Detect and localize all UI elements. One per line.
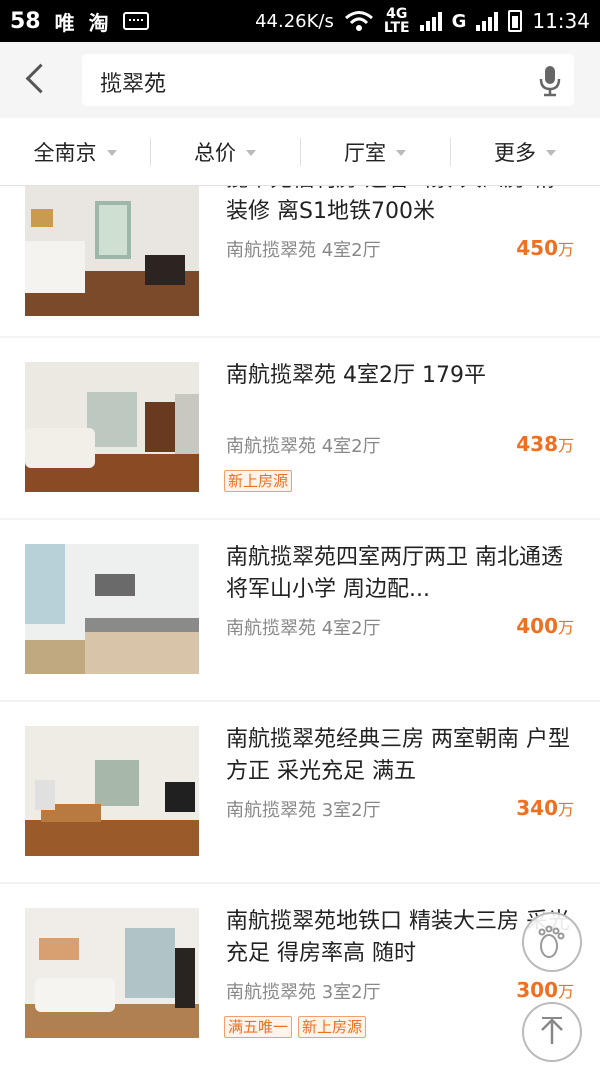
- price-value: 450: [516, 236, 558, 260]
- price-unit: 万: [557, 240, 574, 259]
- chevron-down-icon: [246, 149, 256, 156]
- price-unit: 万: [557, 800, 574, 819]
- listing-community: 南航揽翠苑 3室2厅: [226, 982, 381, 1003]
- battery-icon: [508, 10, 523, 32]
- network-type-4g: 4G: [386, 6, 408, 22]
- back-arrow-icon[interactable]: [25, 63, 56, 94]
- listing-community: 南航揽翠苑 4室2厅: [226, 240, 381, 261]
- clock: 11:34: [532, 9, 590, 33]
- listing-title: 南航揽翠苑 4室2厅 179平: [226, 363, 486, 388]
- listing-tags: 满五唯一 新上房源: [224, 1016, 367, 1038]
- tag-over-five-unique: 满五唯一: [224, 1016, 293, 1038]
- tag-new-listing: 新上房源: [224, 470, 293, 492]
- listing-photo: [25, 186, 199, 316]
- tag-new-listing: 新上房源: [298, 1016, 367, 1038]
- listing-card[interactable]: 南航揽翠苑 4室2厅 179平 南航揽翠苑 4室2厅 438万 新上房源: [0, 338, 600, 518]
- scroll-to-top-button[interactable]: [522, 1002, 582, 1062]
- listing-community: 南航揽翠苑 4室2厅: [226, 436, 381, 457]
- filter-area-label: 全南京: [33, 140, 97, 165]
- message-icon: [122, 12, 149, 30]
- listing-list: 揽翠苑福利房 远看山景 大四房 精装修 离S1地铁700米 南航揽翠苑 4室2厅…: [0, 186, 600, 1067]
- price-value: 300: [516, 978, 558, 1002]
- price-unit: 万: [557, 982, 574, 1001]
- search-input[interactable]: 揽翠苑: [82, 54, 574, 106]
- signal-icon: [419, 11, 442, 31]
- network-type-lte: LTE: [383, 20, 410, 36]
- listing-tags: 新上房源: [224, 470, 293, 492]
- microphone-icon[interactable]: [538, 64, 562, 98]
- listing-title: 南航揽翠苑经典三房 两室朝南 户型方正 采光充足 满五: [226, 727, 570, 784]
- filter-total-price-label: 总价: [194, 140, 236, 165]
- signal-icon-2: [476, 11, 499, 31]
- listing-photo: [25, 544, 199, 674]
- price-unit: 万: [557, 618, 574, 637]
- filter-rooms[interactable]: 厅室: [300, 118, 450, 185]
- chevron-down-icon: [106, 149, 117, 156]
- status-bar: 58 唯 淘 44.26K/s 4G LTE G 11:34: [0, 0, 600, 42]
- listing-community: 南航揽翠苑 4室2厅: [226, 618, 381, 639]
- listing-title: 南航揽翠苑地铁口 精装大三房 采光充足 得房率高 随时: [226, 909, 570, 966]
- app-wei-icon: 唯: [54, 10, 75, 35]
- filter-more[interactable]: 更多: [450, 118, 600, 185]
- filter-rooms-label: 厅室: [344, 140, 386, 165]
- listing-title: 南航揽翠苑四室两厅两卫 南北通透 将军山小学 周边配...: [226, 545, 563, 602]
- listing-title: 揽翠苑福利房 远看山景 大四房 精装修 离S1地铁700米: [226, 186, 555, 224]
- app-tao-icon: 淘: [88, 10, 109, 35]
- price-value: 438: [516, 432, 558, 456]
- carrier-g: G: [451, 10, 467, 32]
- wifi-icon: [344, 11, 373, 31]
- listing-community: 南航揽翠苑 3室2厅: [226, 800, 381, 821]
- listing-card[interactable]: 南航揽翠苑经典三房 两室朝南 户型方正 采光充足 满五 南航揽翠苑 3室2厅 3…: [0, 702, 600, 882]
- price-unit: 万: [557, 436, 574, 455]
- scroll-to-top-icon: [541, 1017, 563, 1044]
- listing-card[interactable]: 南航揽翠苑四室两厅两卫 南北通透 将军山小学 周边配... 南航揽翠苑 4室2厅…: [0, 520, 600, 700]
- listing-price: 450万: [516, 236, 574, 260]
- listing-price: 300万: [516, 978, 574, 1002]
- app-58-badge: 58: [10, 8, 41, 34]
- filter-bar: 全南京 总价 厅室 更多: [0, 118, 600, 186]
- listing-card[interactable]: 南航揽翠苑地铁口 精装大三房 采光充足 得房率高 随时 南航揽翠苑 3室2厅 3…: [0, 884, 600, 1067]
- price-value: 400: [516, 614, 558, 638]
- search-bar: 揽翠苑: [0, 42, 600, 118]
- listing-photo: [25, 908, 199, 1038]
- listing-price: 340万: [516, 796, 574, 820]
- chevron-down-icon: [396, 149, 406, 156]
- listing-photo: [25, 362, 199, 492]
- listing-price: 438万: [516, 432, 574, 456]
- filter-more-label: 更多: [494, 140, 536, 165]
- network-speed: 44.26K/s: [255, 10, 334, 32]
- filter-total-price[interactable]: 总价: [150, 118, 300, 185]
- listing-price: 400万: [516, 614, 574, 638]
- listing-card[interactable]: 揽翠苑福利房 远看山景 大四房 精装修 离S1地铁700米 南航揽翠苑 4室2厅…: [0, 186, 600, 336]
- footprint-button[interactable]: [522, 912, 582, 972]
- chevron-down-icon: [546, 149, 556, 156]
- filter-area[interactable]: 全南京: [0, 118, 150, 185]
- price-value: 340: [516, 796, 558, 820]
- listing-photo: [25, 726, 199, 856]
- search-query: 揽翠苑: [100, 72, 167, 97]
- footprint-icon: [538, 925, 565, 958]
